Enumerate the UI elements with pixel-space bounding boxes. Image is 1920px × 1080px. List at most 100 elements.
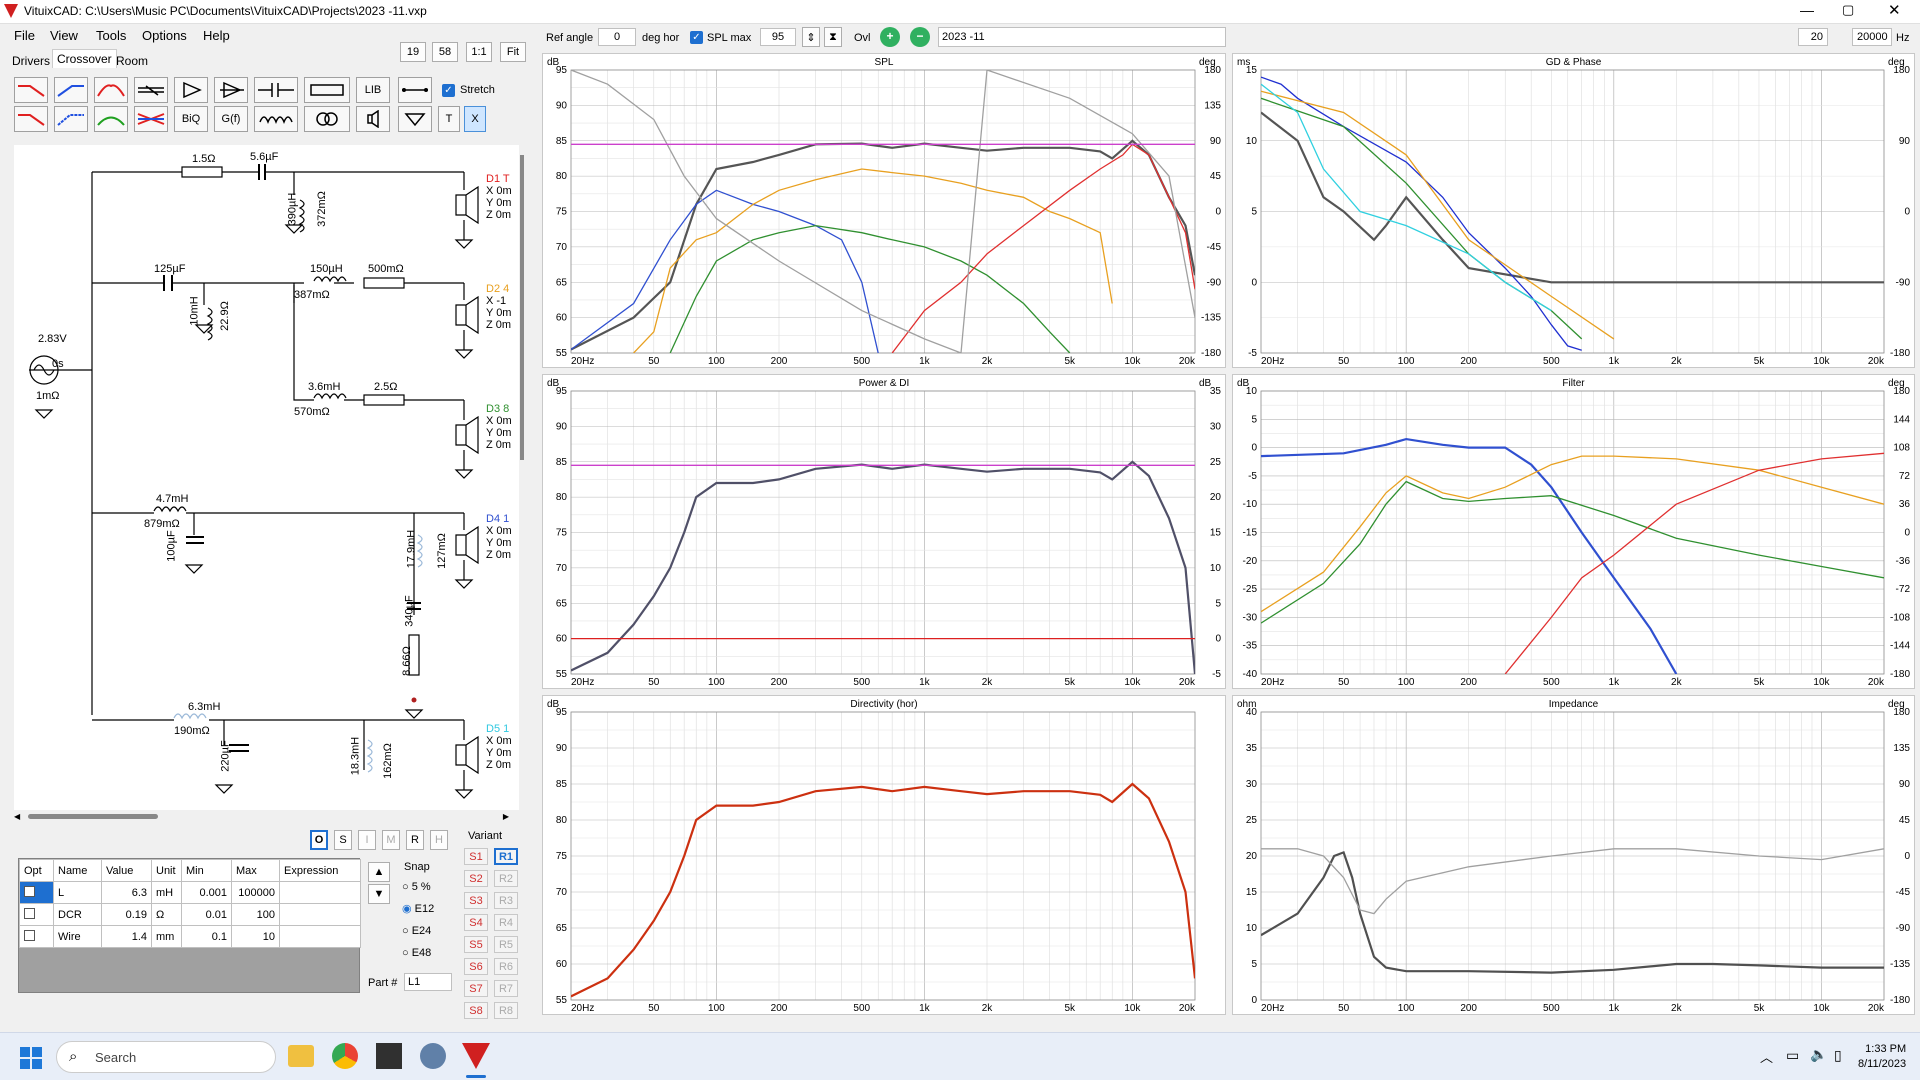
delete-tool-button[interactable]: X xyxy=(464,106,486,132)
variant-r8-button[interactable]: R8 xyxy=(494,1002,518,1019)
horizontal-scrollbar[interactable]: ◀ ▶ xyxy=(14,812,509,822)
param-value[interactable]: 0.19 xyxy=(101,903,152,926)
impedance-graph[interactable]: Impedance ohm deg 40 35 30 25 20 15 10 5 0 180 135 90 4… xyxy=(1232,695,1915,1015)
freq-min-input[interactable]: 20 xyxy=(1798,28,1828,46)
battery-icon[interactable]: ▯ xyxy=(1834,1047,1842,1064)
taskbar-search[interactable]: ⌕ Search xyxy=(56,1041,276,1073)
generic-app-icon[interactable] xyxy=(420,1043,446,1069)
peak-filter-icon[interactable] xyxy=(94,106,128,132)
freq-max-input[interactable]: 20000 xyxy=(1852,28,1892,46)
menu-view[interactable]: View xyxy=(50,28,78,43)
driver-icon[interactable] xyxy=(356,106,390,132)
spl-max-input[interactable]: 95 xyxy=(760,28,796,46)
variant-r6-button[interactable]: R6 xyxy=(494,958,518,975)
mode-r-button[interactable]: R xyxy=(406,830,424,850)
gain-function-button[interactable]: G(f) xyxy=(214,106,248,132)
volume-icon[interactable]: 🔈 xyxy=(1810,1046,1827,1063)
ground-icon[interactable] xyxy=(398,106,432,132)
variant-s6-button[interactable]: S6 xyxy=(464,958,488,975)
file-explorer-icon[interactable] xyxy=(288,1045,314,1067)
param-min[interactable]: 0.1 xyxy=(181,925,232,948)
snap-e24[interactable]: ○ E24 xyxy=(402,920,434,942)
vertical-scrollbar[interactable] xyxy=(520,155,524,460)
wire-icon[interactable] xyxy=(398,77,432,103)
driver-d4[interactable]: D4 1 X 0m Y 0m Z 0m xyxy=(486,513,512,561)
biquad-button[interactable]: BiQ xyxy=(174,106,208,132)
move-up-icon[interactable]: ▲ xyxy=(368,862,390,882)
lowpass-1-icon[interactable] xyxy=(14,77,48,103)
buffer-icon[interactable] xyxy=(214,77,248,103)
driver-d3[interactable]: D3 8 X 0m Y 0m Z 0m xyxy=(486,403,512,451)
library-button[interactable]: LIB xyxy=(356,77,390,103)
menu-file[interactable]: File xyxy=(14,28,35,43)
windows-start-icon[interactable] xyxy=(20,1047,42,1069)
capacitor-icon[interactable] xyxy=(254,77,298,103)
zoom-58-button[interactable]: 58 xyxy=(432,42,458,62)
menu-tools[interactable]: Tools xyxy=(96,28,126,43)
zoom-fit-button[interactable]: Fit xyxy=(500,42,526,62)
spin-collapse-icon[interactable]: ⧗ xyxy=(824,27,842,47)
part-input[interactable]: L1 xyxy=(404,973,452,991)
mode-h-button[interactable]: H xyxy=(430,830,448,850)
gd-phase-graph[interactable]: GD & Phase ms deg 15 10 5 0 -5 180 90 0 -90 -180 20Hz… xyxy=(1232,53,1915,368)
variant-s3-button[interactable]: S3 xyxy=(464,892,488,909)
opt-checkbox[interactable] xyxy=(24,929,35,941)
param-expression[interactable] xyxy=(279,903,361,926)
table-row[interactable]: Wire 1.4 mm 0.1 10 xyxy=(19,925,361,948)
menu-help[interactable]: Help xyxy=(203,28,230,43)
param-min[interactable]: 0.001 xyxy=(181,881,232,904)
schematic-canvas[interactable]: 2.83V 0s 1mΩ 1.5Ω 5.6µF 390µH 372mΩ 125µ… xyxy=(14,145,519,810)
scroll-right-icon[interactable]: ▶ xyxy=(503,812,509,821)
opt-checkbox[interactable] xyxy=(24,885,35,897)
overlay-select[interactable]: 2023 -11 xyxy=(938,27,1226,47)
param-expression[interactable] xyxy=(279,925,361,948)
param-max[interactable]: 100000 xyxy=(231,881,280,904)
mode-s-button[interactable]: S xyxy=(334,830,352,850)
chrome-icon[interactable] xyxy=(332,1043,358,1069)
mode-i-button[interactable]: I xyxy=(358,830,376,850)
scroll-thumb[interactable] xyxy=(28,814,158,819)
clock[interactable]: 1:33 PM 8/11/2023 xyxy=(1858,1042,1906,1072)
variant-r3-button[interactable]: R3 xyxy=(494,892,518,909)
param-value[interactable]: 6.3 xyxy=(101,881,152,904)
lowpass-2-icon[interactable] xyxy=(14,106,48,132)
spl-graph[interactable]: SPL dB deg 95 90 85 80 75 70 65 60 55 180 135 90 45 0 -45… xyxy=(542,53,1226,368)
power-di-graph[interactable]: Power & DI dB dB 95 90 85 80 75 70 65 60 55 35 30 25 20… xyxy=(542,374,1226,689)
variant-r2-button[interactable]: R2 xyxy=(494,870,518,887)
driver-d5[interactable]: D5 1 X 0m Y 0m Z 0m xyxy=(486,723,512,771)
add-overlay-icon[interactable]: + xyxy=(880,27,900,47)
driver-d2[interactable]: D2 4 X -1 Y 0m Z 0m xyxy=(486,283,511,331)
amplifier-icon[interactable] xyxy=(174,77,208,103)
maximize-icon[interactable]: ▢ xyxy=(1842,2,1854,18)
variant-s5-button[interactable]: S5 xyxy=(464,936,488,953)
vituixcad-taskbar-icon[interactable] xyxy=(462,1043,490,1069)
variant-s8-button[interactable]: S8 xyxy=(464,1002,488,1019)
bandpass-icon[interactable] xyxy=(94,77,128,103)
variant-r7-button[interactable]: R7 xyxy=(494,980,518,997)
chevron-up-icon[interactable]: ︿ xyxy=(1760,1047,1773,1066)
snap-e12[interactable]: ◉ E12 xyxy=(402,898,434,920)
network-icon[interactable]: ▭ xyxy=(1786,1047,1799,1064)
param-expression[interactable] xyxy=(279,881,361,904)
table-row[interactable]: L 6.3 mH 0.001 100000 xyxy=(19,881,361,904)
zoom-19-button[interactable]: 19 xyxy=(400,42,426,62)
close-icon[interactable]: ✕ xyxy=(1888,1,1901,19)
variant-s1-button[interactable]: S1 xyxy=(464,848,488,865)
zoom-1to1-button[interactable]: 1:1 xyxy=(466,42,492,62)
highpass-1-icon[interactable] xyxy=(54,77,88,103)
mode-m-button[interactable]: M xyxy=(382,830,400,850)
snap-e48[interactable]: ○ E48 xyxy=(402,942,434,964)
stretch-checkbox[interactable]: ✓ xyxy=(442,84,455,97)
param-min[interactable]: 0.01 xyxy=(181,903,232,926)
tab-crossover[interactable]: Crossover xyxy=(52,49,117,68)
driver-d1[interactable]: D1 T X 0m Y 0m Z 0m xyxy=(486,173,512,221)
mode-o-button[interactable]: O xyxy=(310,830,328,850)
text-tool-button[interactable]: T xyxy=(438,106,460,132)
app-grid-icon[interactable] xyxy=(376,1043,402,1069)
allpass-icon[interactable] xyxy=(134,77,168,103)
tab-room[interactable]: Room xyxy=(112,52,152,70)
spin-updown-icon[interactable]: ⇕ xyxy=(802,27,820,47)
param-value[interactable]: 1.4 xyxy=(101,925,152,948)
tab-drivers[interactable]: Drivers xyxy=(8,52,54,70)
variant-s2-button[interactable]: S2 xyxy=(464,870,488,887)
